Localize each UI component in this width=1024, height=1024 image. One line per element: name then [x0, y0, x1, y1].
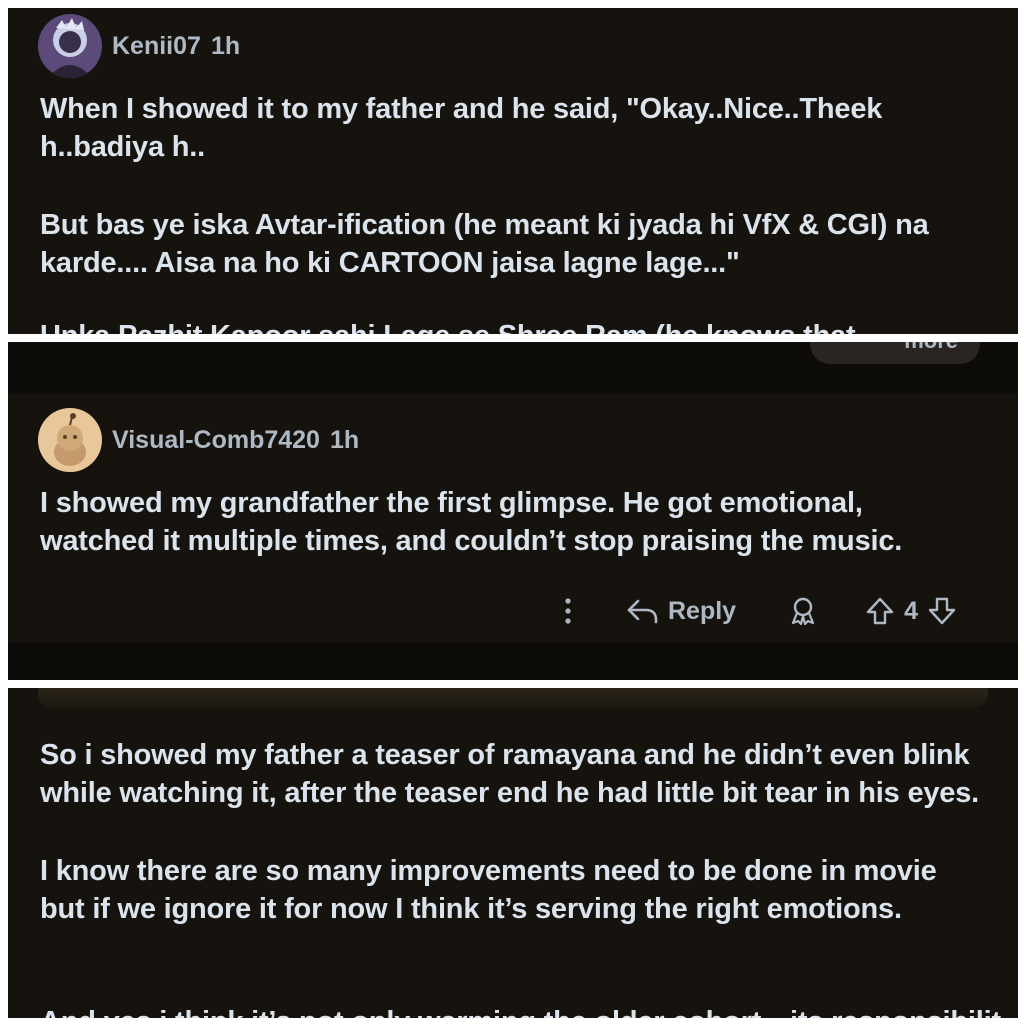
downvote-icon[interactable] [926, 595, 958, 627]
avatar[interactable] [38, 408, 102, 472]
vote-controls: 4 [864, 595, 958, 627]
comment-paragraph: I know there are so many improvements ne… [40, 855, 937, 925]
award-icon [791, 597, 815, 626]
comment-paragraph: So i showed my father a teaser of ramaya… [40, 739, 980, 809]
comment-card-third: So i showed my father a teaser of ramaya… [8, 688, 1018, 1018]
username[interactable]: Kenii07 [112, 32, 201, 61]
more-button[interactable]: more [904, 342, 958, 354]
reply-button[interactable]: Reply [626, 597, 736, 626]
comment-paragraph: I showed my grandfather the first glimps… [40, 487, 903, 557]
comment-action-bar: Reply 4 [8, 580, 1018, 642]
card-edge [38, 688, 988, 708]
more-options-button[interactable] [562, 597, 574, 625]
username[interactable]: Visual-Comb7420 [112, 426, 320, 455]
award-button[interactable] [788, 596, 818, 626]
comment-cutoff-text: Unka Pazhit Kapoor sahi Lage se Shree Ra… [40, 320, 856, 334]
avatar[interactable] [38, 14, 102, 78]
comment-paragraph: When I showed it to my father and he sai… [40, 93, 883, 163]
reply-arrow-icon [627, 599, 658, 624]
panel-bottom-band [8, 642, 1018, 680]
comment-header: Kenii07 1h [38, 14, 240, 78]
more-vertical-icon [565, 598, 571, 624]
upvote-icon[interactable] [864, 595, 896, 627]
comment-card-visual-comb7420: more Visual-Comb7420 1h I showed my gran… [8, 342, 1018, 680]
comment-body: So i showed my father a teaser of ramaya… [40, 736, 980, 928]
comment-body: When I showed it to my father and he sai… [40, 90, 980, 282]
reply-label: Reply [668, 596, 737, 625]
timestamp: 1h [329, 425, 360, 454]
snoo-avatar-icon [38, 408, 102, 472]
comment-body: I showed my grandfather the first glimps… [40, 484, 980, 560]
comment-header: Visual-Comb7420 1h [38, 408, 359, 472]
timestamp: 1h [210, 31, 241, 60]
comment-paragraph: But bas ye iska Avtar-ification (he mean… [40, 209, 929, 279]
user-avatar-icon [38, 14, 102, 78]
comment-cutoff-text: And yes i think it’s not only warming th… [40, 1006, 1001, 1018]
comment-card-kenii07: Kenii07 1h When I showed it to my father… [8, 8, 1018, 334]
vote-count: 4 [904, 596, 918, 625]
